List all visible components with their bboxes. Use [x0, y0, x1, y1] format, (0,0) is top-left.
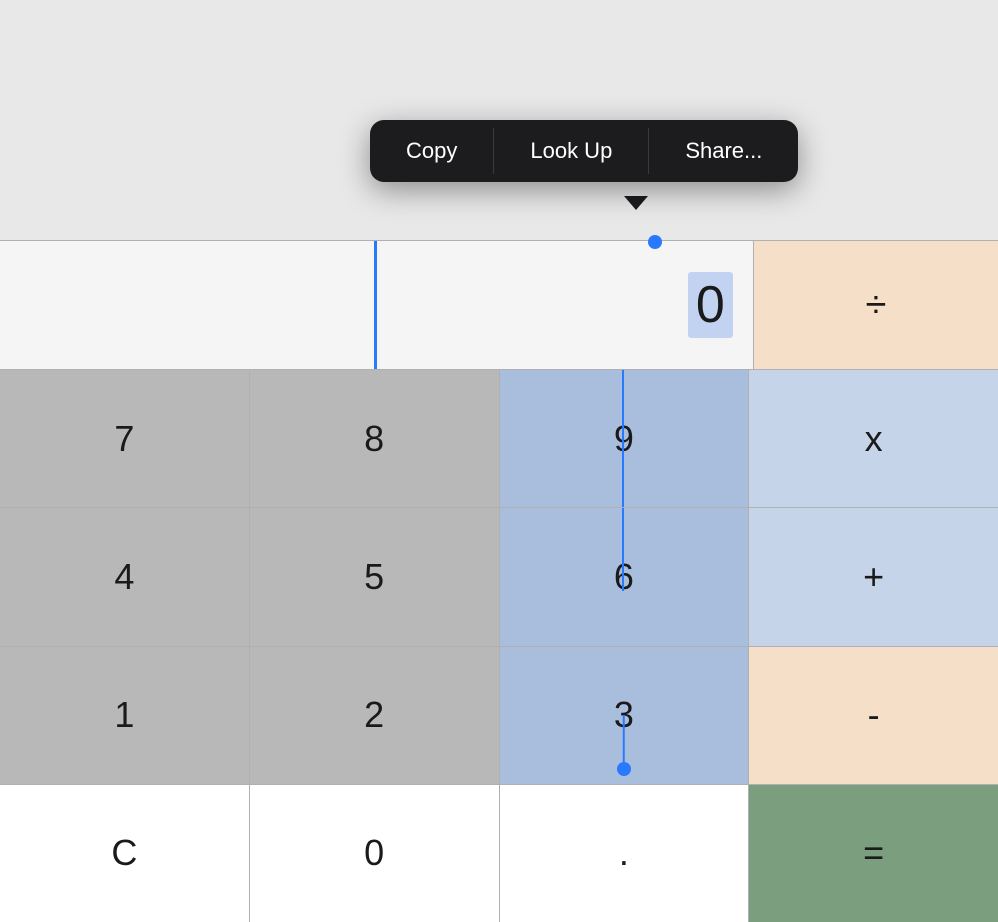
- context-menu-lookup[interactable]: Look Up: [494, 120, 648, 182]
- key-row-c0dot-eq: C 0 . =: [0, 785, 998, 922]
- key-row-123minus: 1 2 3 -: [0, 647, 998, 785]
- display-selected-text: 0: [688, 272, 733, 338]
- calculator: 0 ÷ 7 8 9 x 4 5 6 +: [0, 240, 998, 922]
- key-clear[interactable]: C: [0, 785, 250, 922]
- key-0[interactable]: 0: [250, 785, 500, 922]
- key-2[interactable]: 2: [250, 647, 500, 784]
- key-8[interactable]: 8: [250, 370, 500, 507]
- context-menu-arrow: [624, 196, 648, 210]
- display-main: 0: [0, 241, 754, 369]
- key-add[interactable]: +: [749, 508, 998, 645]
- key-6[interactable]: 6: [500, 508, 750, 645]
- key-equals[interactable]: =: [749, 785, 998, 922]
- selection-handle-dot-top: [648, 235, 662, 249]
- top-selection-handle: [648, 235, 662, 249]
- display-value: 0: [688, 275, 733, 335]
- context-menu-copy[interactable]: Copy: [370, 120, 493, 182]
- key-row-456plus: 4 5 6 +: [0, 508, 998, 646]
- selection-handle-dot-bottom: [617, 762, 631, 776]
- display-row: 0 ÷: [0, 240, 998, 370]
- key-4[interactable]: 4: [0, 508, 250, 645]
- key-row-789x: 7 8 9 x: [0, 370, 998, 508]
- key-subtract[interactable]: -: [749, 647, 998, 784]
- key-9[interactable]: 9: [500, 370, 750, 507]
- keypad: 7 8 9 x 4 5 6 + 1 2 3: [0, 370, 998, 922]
- display-operator[interactable]: ÷: [754, 241, 998, 369]
- context-menu-share[interactable]: Share...: [649, 120, 798, 182]
- selection-line-display: [374, 241, 377, 369]
- key-5[interactable]: 5: [250, 508, 500, 645]
- sel-line-6: [622, 508, 625, 590]
- key-decimal[interactable]: .: [500, 785, 750, 922]
- key-1[interactable]: 1: [0, 647, 250, 784]
- key-3[interactable]: 3: [500, 647, 750, 784]
- key-7[interactable]: 7: [0, 370, 250, 507]
- sel-line-9: [622, 370, 625, 507]
- context-menu: Copy Look Up Share...: [370, 120, 798, 182]
- key-multiply[interactable]: x: [749, 370, 998, 507]
